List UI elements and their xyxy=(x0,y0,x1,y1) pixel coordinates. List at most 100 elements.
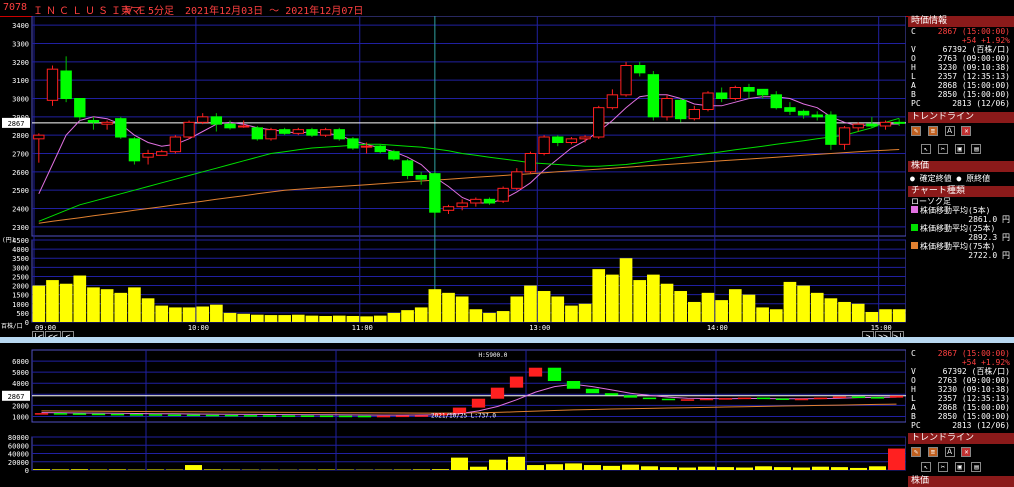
candle-body xyxy=(389,152,399,159)
quote-row-L: L2357 (12:35:13) xyxy=(908,394,1014,403)
quote-row-B: B2850 (15:00:00) xyxy=(908,90,1014,99)
lower-volume-bar xyxy=(660,467,677,470)
candle-body xyxy=(539,137,549,154)
chart-area[interactable]: 2300240025002600270028002900300031003200… xyxy=(0,16,906,480)
volume-tick-label: 3000 xyxy=(12,264,29,272)
lower-price-tick: 1000 xyxy=(12,413,29,421)
line-tool-icon[interactable]: ≡ xyxy=(928,447,938,457)
quote-value: 2357 (12:35:13) xyxy=(938,394,1010,403)
lower-candle xyxy=(852,397,865,399)
lower-overview-chart[interactable]: 1000200030004000500060000200004000060000… xyxy=(2,350,906,475)
lower-volume-bar xyxy=(33,469,50,470)
ma-item[interactable]: 株価移動平均(5本) xyxy=(908,206,1014,215)
quote-info: C2867 (15:00:00)+54 +1.92%V67392 (百株/口)O… xyxy=(908,27,1014,108)
radio-raw-close[interactable]: ● xyxy=(956,174,966,183)
candle-body xyxy=(894,122,904,123)
cut-tool-icon[interactable]: ✂ xyxy=(938,144,948,154)
candle-body xyxy=(689,110,699,119)
lower-volume-bar xyxy=(698,467,715,470)
quote-value: 2813 (12/06) xyxy=(952,421,1010,430)
panel-splitter[interactable] xyxy=(0,337,1014,343)
copy-tool-icon[interactable]: ▣ xyxy=(955,462,965,472)
lower-candle xyxy=(871,397,884,399)
quote-value: 2867 (15:00:00) xyxy=(938,27,1010,36)
paste-tool-icon[interactable]: ▤ xyxy=(971,462,981,472)
market-label: 東マ xyxy=(121,2,141,17)
volume-bar xyxy=(114,293,127,322)
lower-candle xyxy=(244,415,257,417)
cut-tool-icon[interactable]: ✂ xyxy=(938,462,948,472)
interval-label: 5分足 xyxy=(148,2,174,17)
quote-value: 67392 (百株/口) xyxy=(943,367,1010,376)
ma-item[interactable]: 株価移動平均(25本) xyxy=(908,224,1014,233)
lower-candle xyxy=(339,416,352,418)
candle-body xyxy=(116,119,126,137)
line-tool-icon[interactable]: ≡ xyxy=(928,126,938,136)
title-bar: 7078 ＩＮＣＬＵＳＩＶＥ 東マ 5分足 2021年12月03日 ～ 2021… xyxy=(0,0,1014,17)
quote-key: B xyxy=(911,412,916,421)
candle-body xyxy=(102,122,112,124)
lower-candle xyxy=(149,414,162,416)
select-tool-icon[interactable]: ↖ xyxy=(921,462,931,472)
lower-candle xyxy=(396,416,409,418)
pen-tool-icon[interactable]: ✎ xyxy=(911,447,921,457)
lower-volume-bar xyxy=(812,467,829,470)
volume-bar xyxy=(470,309,483,322)
trend-tools-lower: ✎ ≡ Ａ ✕ xyxy=(908,444,1014,458)
quote-row-C: C2867 (15:00:00) xyxy=(908,27,1014,36)
lower-candle xyxy=(624,395,637,397)
ma-color-swatch xyxy=(911,224,918,231)
candle-body xyxy=(812,115,822,117)
delete-tool-icon[interactable]: ✕ xyxy=(961,447,971,457)
lower-volume-bar xyxy=(185,465,202,470)
candle-body xyxy=(211,117,221,124)
time-tick-label: 13:00 xyxy=(529,324,550,332)
lower-volume-bar xyxy=(641,466,658,470)
volume-bar xyxy=(811,293,824,322)
quote-key: L xyxy=(911,72,916,81)
pen-tool-icon[interactable]: ✎ xyxy=(911,126,921,136)
price-panel-frame xyxy=(32,16,906,236)
radio-confirmed-close[interactable]: ● xyxy=(910,174,920,183)
ma-label: 株価移動平均(25本) xyxy=(920,224,995,233)
volume-bar xyxy=(674,291,687,322)
price-tick-label: 2800 xyxy=(12,132,29,140)
text-tool-icon[interactable]: Ａ xyxy=(945,126,955,136)
paste-tool-icon[interactable]: ▤ xyxy=(971,144,981,154)
candle-body xyxy=(184,122,194,137)
quote-value: 2867 (15:00:00) xyxy=(938,349,1010,358)
text-tool-icon[interactable]: Ａ xyxy=(945,447,955,457)
time-tick-label: 10:00 xyxy=(188,324,209,332)
volume-bar xyxy=(715,300,728,322)
volume-bar xyxy=(155,306,168,322)
lower-candle xyxy=(111,414,124,416)
volume-bar xyxy=(415,307,428,322)
delete-tool-icon[interactable]: ✕ xyxy=(961,126,971,136)
lower-candle xyxy=(206,415,219,417)
lower-volume-bar xyxy=(147,469,164,470)
date-range: 2021年12月03日 ～ 2021年12月07日 xyxy=(185,2,363,17)
candle-body xyxy=(839,128,849,145)
quote-value: 2813 (12/06) xyxy=(952,99,1010,108)
select-tool-icon[interactable]: ↖ xyxy=(921,144,931,154)
candle-body xyxy=(648,75,658,117)
candle-body xyxy=(716,93,726,99)
ma-item[interactable]: 株価移動平均(75本) xyxy=(908,242,1014,251)
volume-bar xyxy=(169,307,182,322)
lower-volume-bar xyxy=(508,457,525,470)
lower-candle xyxy=(833,397,846,399)
price-tick-label: 2500 xyxy=(12,187,29,195)
volume-bar xyxy=(429,289,442,322)
volume-bar xyxy=(661,284,674,322)
volume-bar xyxy=(33,286,46,322)
volume-bar xyxy=(87,287,100,322)
trend-tools-2: ↖ ✂ ▣ ▤ xyxy=(908,137,1014,155)
quote-key: H xyxy=(911,385,916,394)
volume-bar xyxy=(838,302,851,322)
info-panel-title: 時価情報 xyxy=(908,16,1014,27)
copy-tool-icon[interactable]: ▣ xyxy=(955,144,965,154)
trend-tools: ✎ ≡ Ａ ✕ xyxy=(908,123,1014,137)
candle-body xyxy=(334,130,344,139)
quote-value: +54 +1.92% xyxy=(962,358,1010,367)
lower-candle xyxy=(567,381,580,389)
